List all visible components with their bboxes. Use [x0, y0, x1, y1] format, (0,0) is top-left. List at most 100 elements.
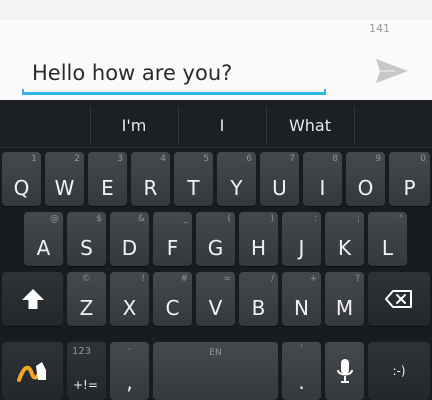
key-label: E	[101, 176, 114, 200]
emoticon-key[interactable]: :-)	[368, 342, 430, 400]
character-counter: 141	[369, 22, 390, 35]
key-hint: =	[223, 274, 231, 284]
key-s[interactable]: $ S	[67, 212, 106, 266]
key-hint: #	[180, 274, 188, 284]
key-o[interactable]: 9 O	[346, 152, 385, 206]
key-label: I	[319, 176, 326, 200]
suggestion-3[interactable]: What	[266, 100, 354, 147]
key-t[interactable]: 5 T	[174, 152, 213, 206]
symbols-top-label: 123	[72, 346, 92, 357]
language-indicator: EN	[209, 348, 222, 358]
key-hint: -	[127, 344, 132, 354]
comma-key[interactable]: - ,	[110, 342, 149, 400]
key-f[interactable]: _ F	[153, 212, 192, 266]
key-label: Y	[230, 176, 243, 200]
key-hint: 6	[246, 154, 252, 164]
symbols-bottom-label: +!=	[73, 378, 98, 392]
key-label: G	[207, 236, 224, 260]
send-button[interactable]	[372, 54, 412, 88]
key-hint: 9	[375, 154, 381, 164]
key-hint: ©	[82, 274, 91, 284]
key-hint: 2	[74, 154, 80, 164]
key-hint: 3	[117, 154, 123, 164]
key-y[interactable]: 6 Y	[217, 152, 256, 206]
key-label: S	[80, 236, 93, 260]
key-hint: $	[96, 214, 102, 224]
symbols-key[interactable]: 123 +!=	[67, 342, 106, 400]
key-hint: ;	[356, 214, 360, 224]
key-label: R	[143, 176, 158, 200]
key-label: T	[187, 176, 200, 200]
key-label: L	[381, 236, 394, 260]
key-hint: 8	[332, 154, 338, 164]
key-hint: _	[183, 214, 189, 224]
key-label: D	[121, 236, 138, 260]
key-v[interactable]: = V	[196, 272, 235, 326]
key-hint: +	[309, 274, 317, 284]
shift-icon	[21, 289, 44, 309]
key-label: U	[272, 176, 287, 200]
suggestion-1[interactable]: I'm	[90, 100, 178, 147]
key-k[interactable]: ; K	[325, 212, 364, 266]
swype-key[interactable]	[2, 342, 63, 400]
message-input[interactable]: Hello how are you?	[22, 56, 326, 90]
key-i[interactable]: 8 I	[303, 152, 342, 206]
message-input-underline	[22, 89, 326, 95]
key-hint: 5	[203, 154, 209, 164]
key-z[interactable]: © Z	[67, 272, 106, 326]
key-label: ,	[126, 370, 133, 394]
key-label: J	[298, 236, 305, 260]
key-hint: &	[137, 214, 145, 224]
key-u[interactable]: 7 U	[260, 152, 299, 206]
key-hint: (	[227, 214, 231, 224]
key-hint: 4	[160, 154, 166, 164]
key-label: O	[357, 176, 374, 200]
key-c[interactable]: # C	[153, 272, 192, 326]
status-strip	[0, 0, 432, 20]
key-b[interactable]: / B	[239, 272, 278, 326]
key-l[interactable]: " L	[368, 212, 407, 266]
key-label: V	[208, 296, 223, 320]
key-label: M	[335, 296, 354, 320]
key-j[interactable]: : J	[282, 212, 321, 266]
key-d[interactable]: & D	[110, 212, 149, 266]
microphone-key[interactable]	[325, 342, 364, 400]
send-icon	[376, 59, 408, 83]
key-label: B	[251, 296, 266, 320]
key-w[interactable]: 2 W	[45, 152, 84, 206]
key-label: F	[166, 236, 179, 260]
key-hint: 0	[420, 154, 426, 164]
key-label: Z	[79, 296, 94, 320]
key-hint: :	[313, 214, 317, 224]
keyboard: I'm I What 1 Q 2 W 3 E 4 R 5 T 6 Y 7 U 8…	[0, 100, 432, 400]
backspace-key[interactable]	[368, 272, 430, 326]
period-key[interactable]: ' .	[282, 342, 321, 400]
key-hint: 1	[31, 154, 37, 164]
microphone-icon	[336, 359, 353, 383]
space-key[interactable]: EN	[153, 342, 278, 400]
key-label: .	[298, 370, 305, 394]
key-label: N	[294, 296, 309, 320]
key-x[interactable]: ! X	[110, 272, 149, 326]
key-n[interactable]: + N	[282, 272, 321, 326]
key-g[interactable]: ( G	[196, 212, 235, 266]
key-h[interactable]: ) H	[239, 212, 278, 266]
suggestion-divider	[354, 106, 355, 144]
key-p[interactable]: 0 P	[389, 152, 430, 206]
key-m[interactable]: ? M	[325, 272, 364, 326]
key-label: W	[54, 176, 75, 200]
key-hint: )	[270, 214, 274, 224]
key-a[interactable]: @ A	[24, 212, 63, 266]
compose-area: 141 Hello how are you?	[0, 20, 432, 100]
shift-key[interactable]	[2, 272, 63, 326]
suggestion-2[interactable]: I	[178, 100, 266, 147]
key-label: C	[165, 296, 180, 320]
key-label: K	[337, 236, 352, 260]
suggestion-bar: I'm I What	[0, 100, 432, 148]
key-hint: !	[141, 274, 145, 284]
key-r[interactable]: 4 R	[131, 152, 170, 206]
key-q[interactable]: 1 Q	[2, 152, 41, 206]
key-hint: /	[270, 274, 274, 284]
key-label: X	[122, 296, 137, 320]
key-e[interactable]: 3 E	[88, 152, 127, 206]
